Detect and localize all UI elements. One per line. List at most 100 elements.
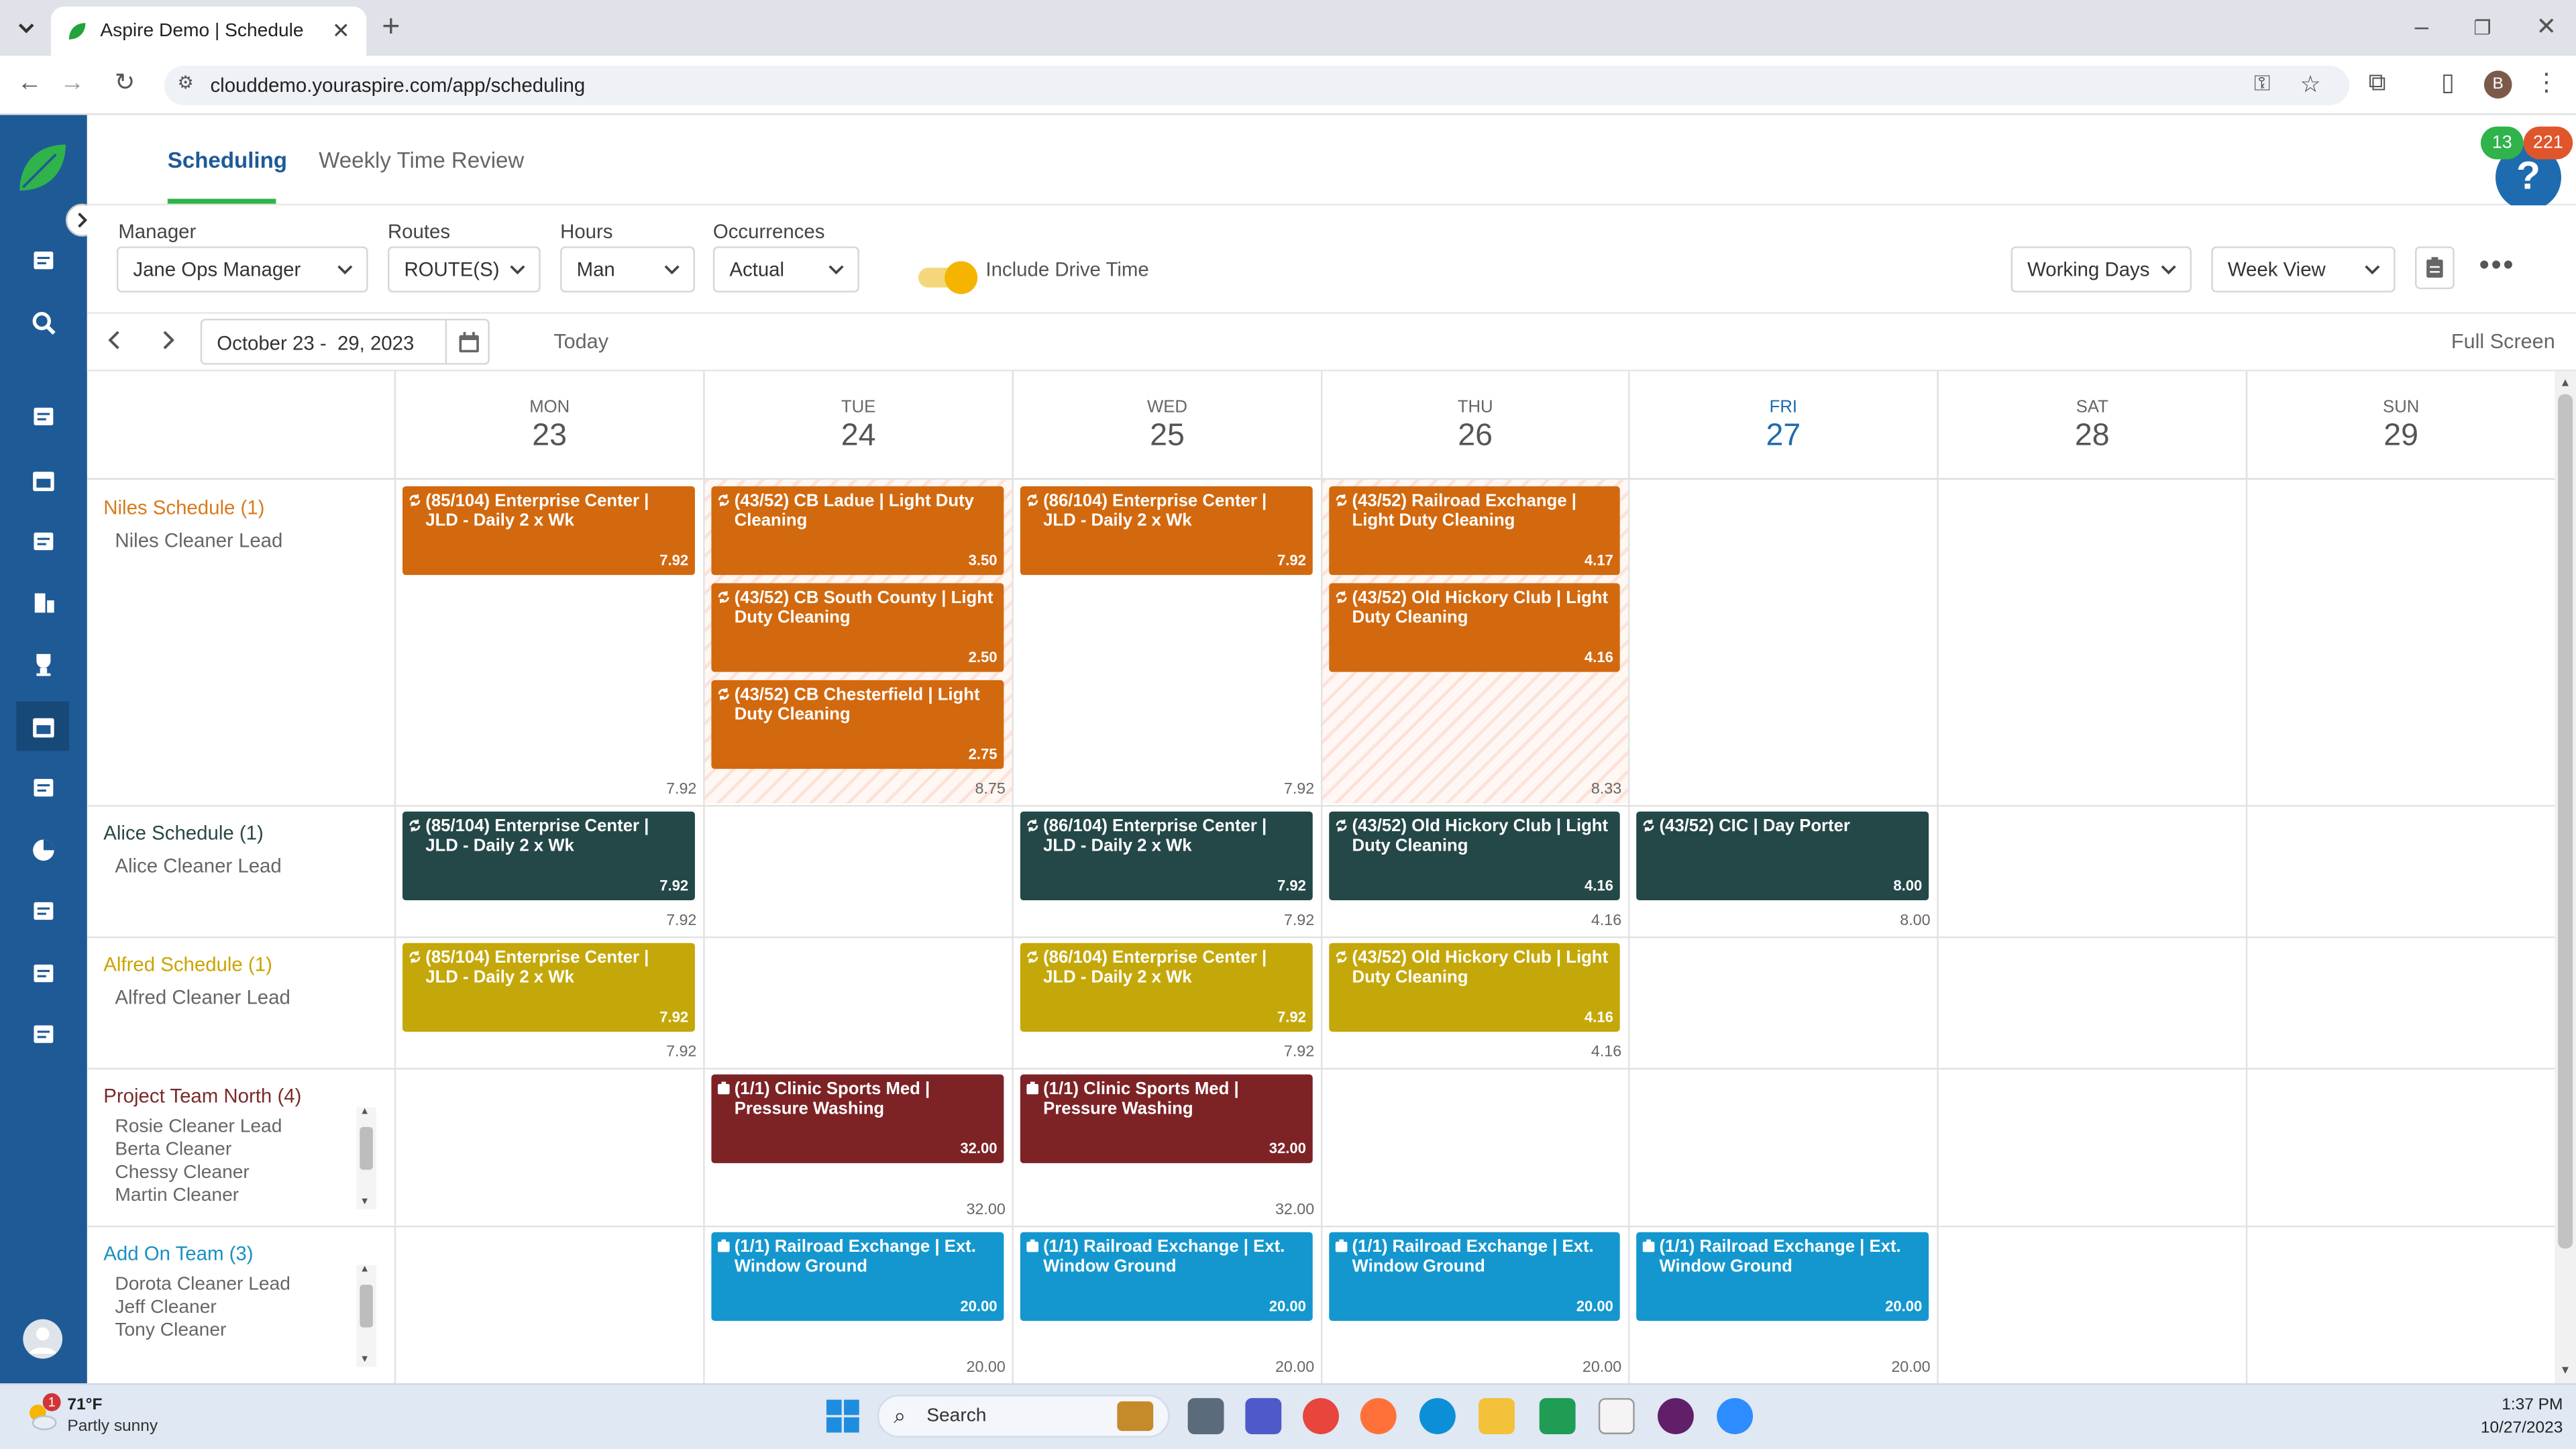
side-panel-icon[interactable]: ▯ — [2432, 67, 2465, 100]
work-ticket-card[interactable]: (1/1) Clinic Sports Med | Pressure Washi… — [1020, 1074, 1313, 1163]
password-key-icon[interactable]: ⚿ — [2254, 70, 2270, 97]
view-select[interactable]: Week View — [2211, 246, 2396, 292]
group-title[interactable]: Add On Team (3) — [103, 1242, 253, 1265]
camera-icon[interactable] — [23, 240, 62, 280]
notification-badge-red[interactable]: 221 — [2523, 126, 2573, 160]
edge-icon[interactable] — [1419, 1398, 1456, 1434]
group-title[interactable]: Alice Schedule (1) — [103, 822, 264, 845]
pie-chart-icon[interactable] — [23, 830, 62, 869]
bookmark-star-icon[interactable]: ☆ — [2300, 70, 2321, 99]
excel-icon[interactable] — [1539, 1398, 1576, 1434]
close-window-icon[interactable]: ✕ — [2530, 11, 2563, 44]
group-title[interactable]: Project Team North (4) — [103, 1084, 301, 1107]
work-ticket-card[interactable]: (85/104) Enterprise Center | JLD - Daily… — [402, 486, 695, 576]
tab-search-chevron-icon[interactable] — [10, 11, 43, 44]
file-explorer-icon[interactable] — [1479, 1398, 1515, 1434]
scroll-up-icon[interactable]: ▲ — [2560, 378, 2571, 389]
work-ticket-card[interactable]: (1/1) Railroad Exchange | Ext. Window Gr… — [1020, 1232, 1313, 1321]
work-ticket-card[interactable]: (86/104) Enterprise Center | JLD - Daily… — [1020, 943, 1313, 1032]
tab-weekly-time-review[interactable]: Weekly Time Review — [319, 148, 524, 172]
work-ticket-card[interactable]: (1/1) Railroad Exchange | Ext. Window Gr… — [711, 1232, 1004, 1321]
chrome-icon[interactable] — [1303, 1398, 1339, 1434]
taskbar-search[interactable]: ⌕ Search — [877, 1395, 1170, 1438]
aspire-logo-icon[interactable] — [16, 142, 68, 194]
manager-select[interactable]: Jane Ops Manager — [116, 246, 368, 292]
tab-scheduling[interactable]: Scheduling — [168, 148, 287, 172]
reload-icon[interactable]: ↻ — [109, 67, 142, 100]
new-tab-icon[interactable]: + — [374, 11, 407, 44]
invoice-icon[interactable] — [23, 890, 62, 930]
windows-start-icon[interactable] — [826, 1399, 859, 1433]
restore-icon[interactable]: ❐ — [2466, 11, 2499, 44]
ticket-title: (1/1) Railroad Exchange | Ext. Window Gr… — [1352, 1237, 1594, 1277]
clipboard-button[interactable] — [2415, 246, 2455, 290]
work-ticket-card[interactable]: (43/52) Old Hickory Club | Light Duty Cl… — [1329, 943, 1620, 1032]
close-tab-icon[interactable]: ✕ — [332, 18, 350, 44]
drive-time-toggle[interactable] — [918, 261, 978, 294]
inventory-icon[interactable] — [23, 953, 62, 992]
work-ticket-card[interactable]: (1/1) Railroad Exchange | Ext. Window Gr… — [1636, 1232, 1929, 1321]
work-ticket-card[interactable]: (43/52) CB South County | Light Duty Cle… — [711, 583, 1004, 672]
estimate-icon[interactable] — [23, 396, 62, 435]
previous-week-icon[interactable] — [105, 330, 125, 350]
schedule-icon[interactable] — [16, 701, 69, 751]
work-ticket-card[interactable]: (85/104) Enterprise Center | JLD - Daily… — [402, 811, 695, 901]
occurrences-select[interactable]: Actual — [712, 246, 859, 292]
building-icon[interactable] — [23, 582, 62, 621]
working-days-select[interactable]: Working Days — [2010, 246, 2192, 292]
zoom-icon[interactable] — [1717, 1398, 1754, 1434]
work-ticket-card[interactable]: (43/52) Old Hickory Club | Light Duty Cl… — [1329, 811, 1620, 901]
work-ticket-card[interactable]: (43/52) Old Hickory Club | Light Duty Cl… — [1329, 583, 1620, 672]
profile-avatar[interactable]: B — [2483, 70, 2512, 99]
notification-badge-green[interactable]: 13 — [2480, 126, 2524, 160]
slack-icon[interactable] — [1658, 1398, 1694, 1434]
notepad-icon[interactable] — [1598, 1398, 1635, 1434]
routes-select[interactable]: ROUTE(S) — [387, 246, 541, 292]
trophy-icon[interactable] — [23, 644, 62, 684]
today-button[interactable]: Today — [553, 330, 608, 353]
work-ticket-card[interactable]: (86/104) Enterprise Center | JLD - Daily… — [1020, 811, 1313, 901]
work-ticket-card[interactable]: (1/1) Clinic Sports Med | Pressure Washi… — [711, 1074, 1004, 1163]
hours-select[interactable]: Man — [560, 246, 695, 292]
work-ticket-card[interactable]: (43/52) Railroad Exchange | Light Duty C… — [1329, 486, 1620, 576]
scrollbar-thumb[interactable] — [2558, 394, 2573, 1249]
ticket-hours: 7.92 — [659, 877, 689, 894]
contact-card-icon[interactable] — [23, 521, 62, 560]
task-view-icon[interactable] — [1187, 1398, 1224, 1434]
work-ticket-card[interactable]: (85/104) Enterprise Center | JLD - Daily… — [402, 943, 695, 1032]
member-list-scrollbar[interactable]: ▲ ▼ — [356, 1265, 376, 1367]
site-info-icon[interactable]: ⚙ — [177, 72, 193, 93]
back-icon[interactable]: ← — [13, 67, 46, 100]
work-ticket-card[interactable]: (43/52) CB Chesterfield | Light Duty Cle… — [711, 680, 1004, 769]
active-tab-indicator — [167, 199, 276, 204]
scroll-down-icon[interactable]: ▼ — [2560, 1365, 2571, 1377]
work-ticket-card[interactable]: (86/104) Enterprise Center | JLD - Daily… — [1020, 486, 1313, 576]
forward-icon[interactable]: → — [56, 67, 89, 100]
group-title[interactable]: Alfred Schedule (1) — [103, 953, 272, 975]
next-week-icon[interactable] — [158, 330, 177, 350]
minimize-icon[interactable]: – — [2405, 11, 2438, 44]
teams-icon[interactable] — [1245, 1398, 1282, 1434]
calendar-icon[interactable] — [445, 320, 490, 364]
vertical-scrollbar[interactable]: ▲ ▼ — [2555, 371, 2576, 1384]
ticket-title: (43/52) CIC | Day Porter — [1659, 816, 1850, 837]
browser-tab[interactable]: Aspire Demo | Schedule ✕ — [50, 6, 367, 56]
calendar-icon[interactable] — [23, 460, 62, 500]
clipboard-icon[interactable] — [23, 767, 62, 807]
user-avatar[interactable] — [23, 1319, 63, 1359]
work-ticket-card[interactable]: (43/52) CIC | Day Porter 8.00 — [1636, 811, 1929, 901]
work-ticket-card[interactable]: (1/1) Railroad Exchange | Ext. Window Gr… — [1329, 1232, 1620, 1321]
settings-group-icon[interactable] — [23, 1014, 62, 1053]
recurring-icon — [1336, 819, 1347, 832]
firefox-icon[interactable] — [1360, 1398, 1397, 1434]
date-range-input[interactable]: October 23 - 29, 2023 — [200, 319, 490, 365]
work-ticket-card[interactable]: (43/52) CB Ladue | Light Duty Cleaning 3.… — [711, 486, 1004, 576]
member-list-scrollbar[interactable]: ▲ ▼ — [356, 1107, 376, 1210]
more-options-icon[interactable]: ••• — [2479, 248, 2516, 282]
extensions-icon[interactable]: ⧉ — [2361, 67, 2394, 100]
full-screen-button[interactable]: Full Screen — [2451, 330, 2555, 353]
group-title[interactable]: Niles Schedule (1) — [103, 496, 264, 519]
search-icon[interactable] — [23, 303, 62, 342]
browser-menu-icon[interactable]: ⋮ — [2530, 67, 2563, 100]
address-bar[interactable]: ⚙ clouddemo.youraspire.com/app/schedulin… — [164, 65, 2350, 105]
